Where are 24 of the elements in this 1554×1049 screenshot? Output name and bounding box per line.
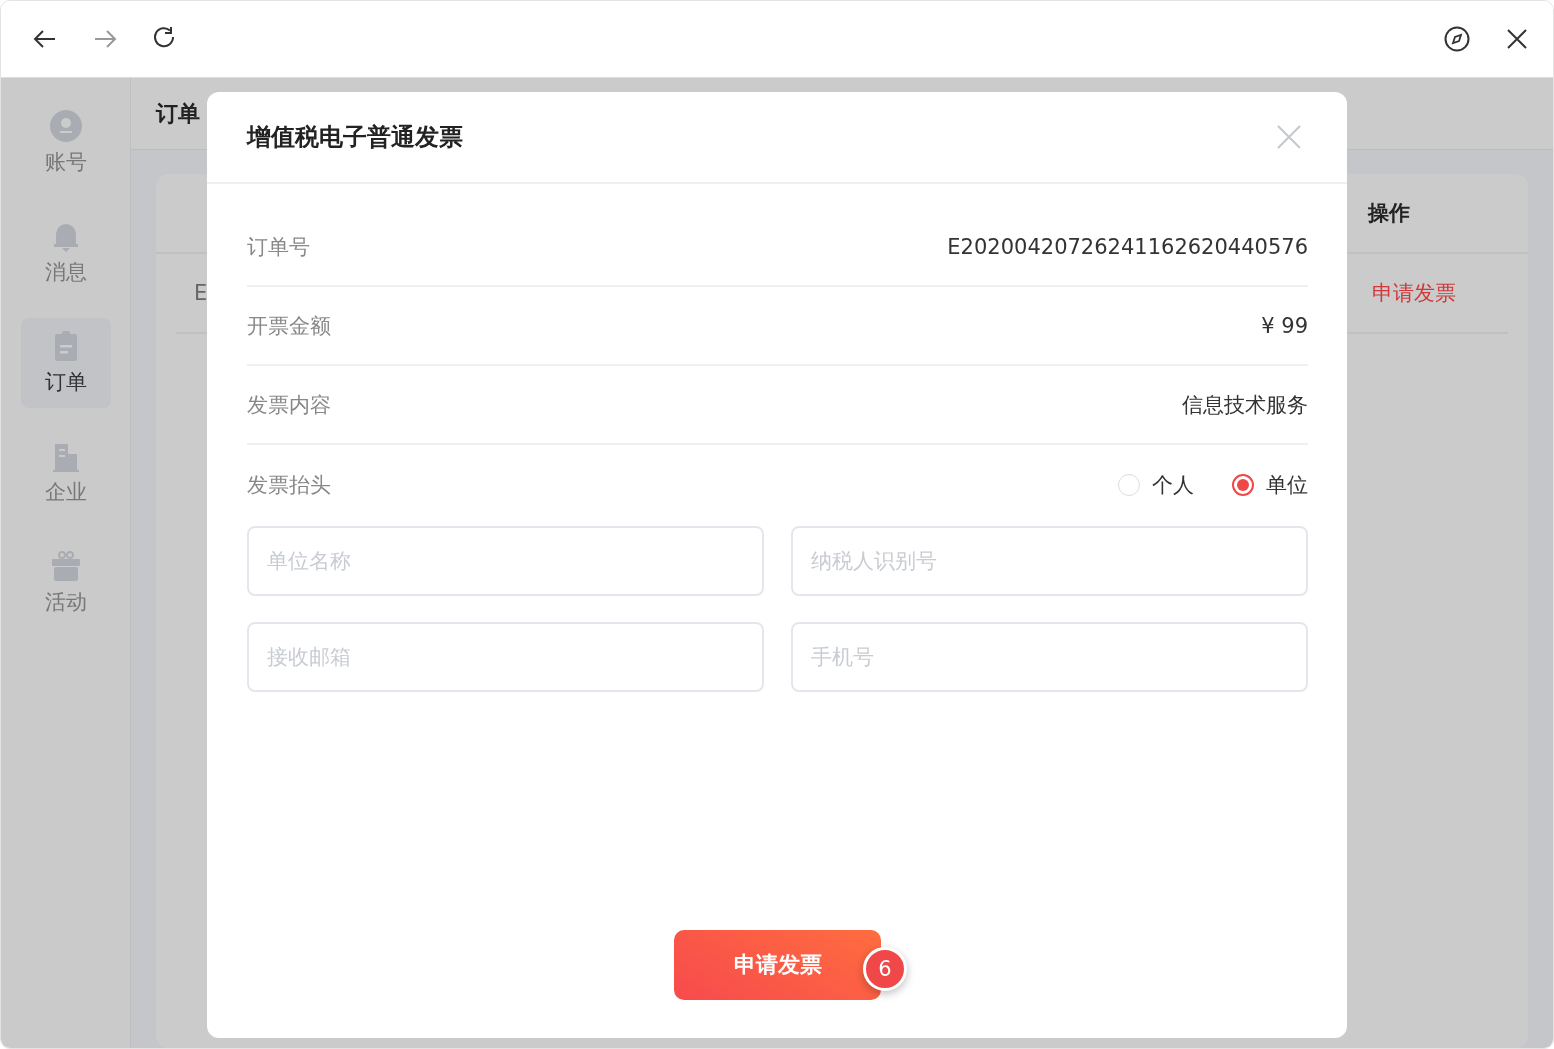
detail-value: ¥ 99 xyxy=(1261,313,1308,338)
gift-icon xyxy=(49,550,82,582)
radio-label[interactable]: 单位 xyxy=(1266,470,1308,499)
user-icon xyxy=(49,110,82,142)
radio-button[interactable] xyxy=(1232,473,1254,496)
sidebar-item[interactable]: 企业 xyxy=(20,428,111,518)
radio-label[interactable]: 个人 xyxy=(1152,470,1194,499)
detail-value: 信息技术服务 xyxy=(1182,391,1308,419)
column-header: 操作 xyxy=(1366,200,1411,227)
table-cell-text: E xyxy=(193,281,209,305)
detail-label: 订单号 xyxy=(247,233,310,261)
compass-icon[interactable] xyxy=(1443,25,1471,53)
apply-invoice-link[interactable]: 申请发票 xyxy=(1372,281,1456,305)
detail-label: 发票抬头 xyxy=(247,471,331,499)
sidebar-item[interactable]: 消息 xyxy=(20,208,111,298)
sidebar-item[interactable]: 订单 xyxy=(20,318,111,408)
count-badge: 6 xyxy=(863,947,907,991)
dialog-title: 增值税电子普通发票 xyxy=(247,122,463,153)
detail-value: E20200420726241162620440576 xyxy=(947,234,1308,259)
sidebar-item[interactable]: 账号 xyxy=(20,98,111,188)
sidebar-item[interactable]: 活动 xyxy=(20,538,111,628)
detail-label: 发票内容 xyxy=(247,391,331,419)
detail-label: 开票金额 xyxy=(247,312,331,340)
page-title: 订单 xyxy=(156,99,200,128)
